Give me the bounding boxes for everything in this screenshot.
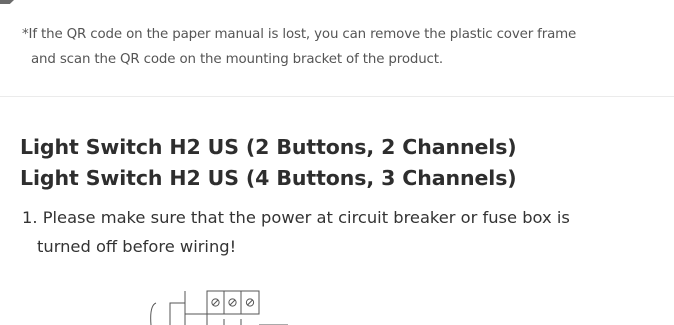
qr-code-note-line-1: *If the QR code on the paper manual is l… bbox=[22, 27, 577, 42]
section-divider bbox=[0, 96, 674, 97]
wiring-terminal-diagram-icon bbox=[140, 283, 290, 325]
step-1: 1. Please make sure that the power at ci… bbox=[22, 203, 662, 261]
previous-content-fragment bbox=[0, 0, 14, 4]
section-title-line-1: Light Switch H2 US (2 Buttons, 2 Channel… bbox=[20, 135, 517, 159]
step-1-line-2: turned off before wiring! bbox=[37, 237, 237, 256]
qr-code-note: *If the QR code on the paper manual is l… bbox=[22, 23, 658, 72]
qr-code-note-line-2: and scan the QR code on the mounting bra… bbox=[31, 51, 443, 67]
section-title: Light Switch H2 US (2 Buttons, 2 Channel… bbox=[20, 132, 517, 194]
section-title-line-2: Light Switch H2 US (4 Buttons, 3 Channel… bbox=[20, 166, 517, 190]
step-1-line-1: 1. Please make sure that the power at ci… bbox=[22, 208, 570, 227]
